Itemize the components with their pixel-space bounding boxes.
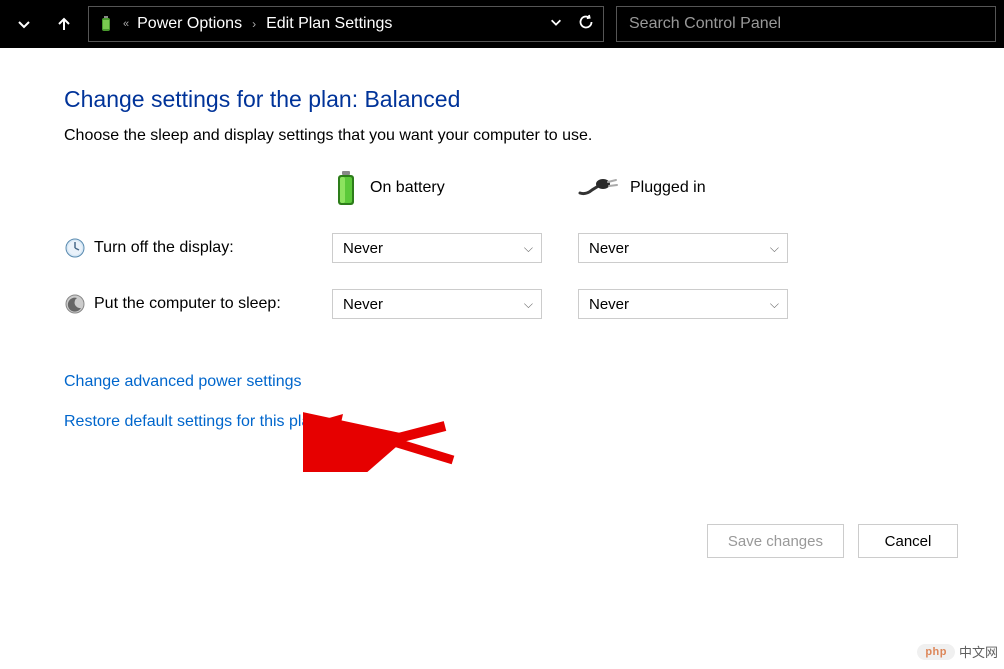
address-history-dropdown[interactable]	[549, 15, 563, 33]
sleep-icon	[64, 293, 86, 315]
main-content: Change settings for the plan: Balanced C…	[0, 48, 1004, 431]
address-box[interactable]: « Power Options › Edit Plan Settings	[88, 6, 604, 42]
column-header-plugged: Plugged in	[578, 177, 788, 199]
chevron-down-icon: ⌵	[524, 241, 533, 256]
page-title: Change settings for the plan: Balanced	[64, 86, 948, 113]
sleep-plugged-dropdown[interactable]: Never ⌵	[578, 289, 788, 319]
page-description: Choose the sleep and display settings th…	[64, 127, 948, 145]
watermark-text: 中文网	[959, 642, 998, 661]
breadcrumb-overflow-icon[interactable]: «	[123, 18, 129, 30]
column-header-battery: On battery	[332, 169, 552, 207]
breadcrumb-edit-plan[interactable]: Edit Plan Settings	[266, 15, 392, 33]
chevron-down-icon: ⌵	[524, 297, 533, 312]
row-display-label: Turn off the display:	[64, 237, 332, 259]
nav-forward-recent[interactable]	[8, 8, 40, 40]
address-bar: « Power Options › Edit Plan Settings	[0, 0, 1004, 48]
advanced-settings-link[interactable]: Change advanced power settings	[64, 373, 948, 391]
column-label-battery: On battery	[370, 179, 445, 197]
breadcrumb-power-options[interactable]: Power Options	[137, 15, 242, 33]
chevron-down-icon: ⌵	[770, 241, 779, 256]
plug-icon	[578, 177, 620, 199]
watermark: php 中文网	[917, 642, 998, 661]
display-plugged-dropdown[interactable]: Never ⌵	[578, 233, 788, 263]
breadcrumb-separator-icon[interactable]: ›	[252, 17, 256, 31]
restore-defaults-link[interactable]: Restore default settings for this plan	[64, 413, 948, 431]
button-row: Save changes Cancel	[707, 524, 958, 558]
power-plan-icon	[97, 15, 115, 33]
save-button: Save changes	[707, 524, 844, 558]
search-box[interactable]	[616, 6, 996, 42]
cancel-button[interactable]: Cancel	[858, 524, 958, 558]
column-label-plugged: Plugged in	[630, 179, 706, 197]
display-icon	[64, 237, 86, 259]
battery-icon	[332, 169, 360, 207]
refresh-button[interactable]	[577, 13, 595, 35]
chevron-down-icon: ⌵	[770, 297, 779, 312]
watermark-logo: php	[917, 644, 955, 660]
nav-up-button[interactable]	[48, 8, 80, 40]
sleep-battery-dropdown[interactable]: Never ⌵	[332, 289, 542, 319]
display-battery-dropdown[interactable]: Never ⌵	[332, 233, 542, 263]
row-sleep-label: Put the computer to sleep:	[64, 293, 332, 315]
search-input[interactable]	[629, 15, 983, 33]
